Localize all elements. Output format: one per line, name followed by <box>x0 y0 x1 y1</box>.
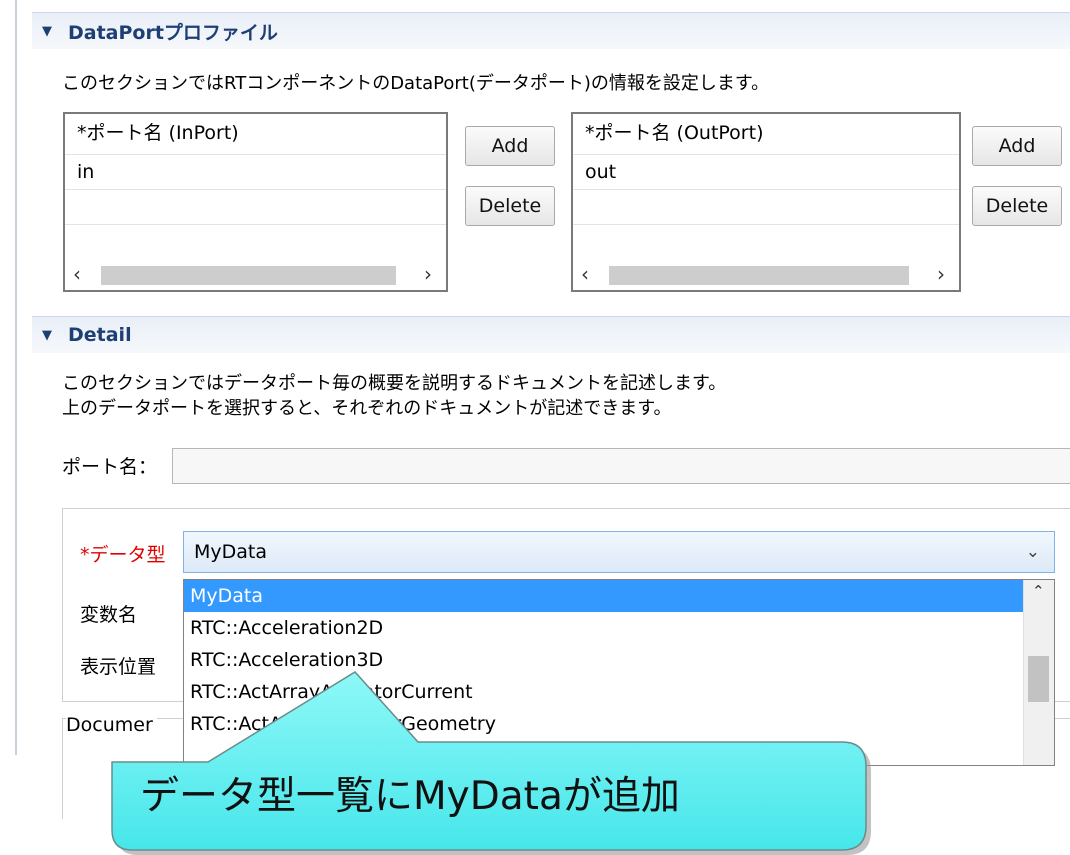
callout-text: データ型一覧にMyDataが追加 <box>140 774 680 819</box>
callout-bubble <box>111 671 871 855</box>
